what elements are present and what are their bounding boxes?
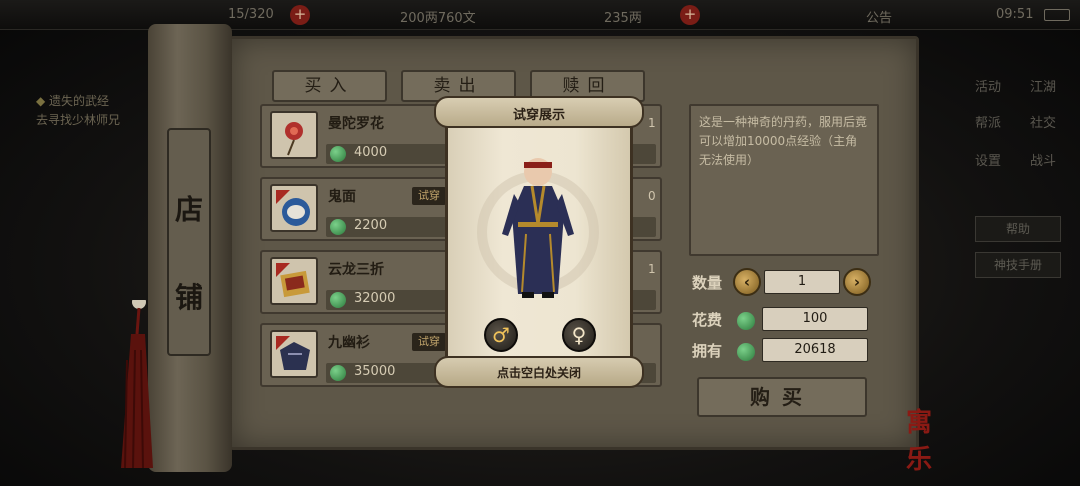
robe-icon bbox=[270, 330, 318, 378]
female-icon[interactable]: ♀ bbox=[562, 318, 596, 352]
popup-header: 试穿展示 bbox=[434, 96, 644, 128]
help-button[interactable]: 帮助 bbox=[975, 216, 1061, 242]
menu-settings[interactable]: 设置 bbox=[975, 150, 1001, 169]
menu-activity[interactable]: 活动 bbox=[975, 76, 1001, 95]
owned-label: 拥有 bbox=[692, 342, 723, 360]
cost-label: 花费 bbox=[692, 311, 723, 329]
item-name: 曼陀罗花 bbox=[328, 116, 384, 132]
notice-button[interactable]: 公告 bbox=[866, 7, 892, 26]
money-display: 200两760文 bbox=[400, 11, 476, 26]
male-icon[interactable]: ♂ bbox=[484, 318, 518, 352]
add-bag-button[interactable]: + bbox=[290, 5, 310, 25]
increase-quantity-button[interactable]: › bbox=[843, 268, 871, 296]
menu-jianghu[interactable]: 江湖 bbox=[1030, 76, 1056, 95]
quest-title: 遗失的武经 bbox=[49, 94, 110, 108]
mask-icon bbox=[270, 184, 318, 232]
close-hint: 点击空白处关闭 bbox=[496, 366, 581, 380]
jade-coin-icon bbox=[330, 146, 346, 162]
tab-buy[interactable]: 买入 bbox=[272, 70, 387, 102]
quantity-input[interactable]: 1 bbox=[764, 270, 840, 294]
jade-coin-icon bbox=[330, 365, 346, 381]
menu-battle[interactable]: 战斗 bbox=[1030, 150, 1056, 169]
item-name: 九幽衫 bbox=[328, 335, 370, 351]
menu-guild[interactable]: 帮派 bbox=[975, 112, 1001, 131]
item-price: 32000 bbox=[354, 291, 396, 306]
item-description: 这是一种神奇的丹药，服用后竟可以增加10000点经验（主角无法使用） bbox=[689, 104, 879, 256]
bag-count: 15/320 bbox=[228, 7, 274, 22]
popup-title: 试穿展示 bbox=[512, 108, 565, 123]
jade-coin-icon bbox=[737, 343, 755, 361]
owned-value: 20618 bbox=[762, 338, 868, 362]
add-gold-button[interactable]: + bbox=[680, 5, 700, 25]
buy-button[interactable]: 购买 bbox=[697, 377, 867, 417]
item-stock: 1 bbox=[648, 262, 656, 276]
item-name: 鬼面 bbox=[328, 189, 356, 205]
quest-desc: 去寻找少林师兄 bbox=[36, 113, 121, 127]
clock: 09:51 bbox=[996, 7, 1034, 22]
item-stock: 0 bbox=[648, 189, 656, 203]
quest-tracker[interactable]: ◆ 遗失的武经 去寻找少林师兄 bbox=[36, 92, 120, 130]
item-name: 云龙三折 bbox=[328, 262, 384, 278]
quantity-label: 数量 bbox=[692, 274, 723, 292]
side-tab-char-2: 铺 bbox=[174, 281, 203, 314]
jade-coin-icon bbox=[330, 219, 346, 235]
battery-icon bbox=[1044, 9, 1070, 21]
popup-footer[interactable]: 点击空白处关闭 bbox=[434, 356, 644, 388]
try-on-button[interactable]: 试穿 bbox=[412, 333, 446, 351]
menu-social[interactable]: 社交 bbox=[1030, 112, 1056, 131]
cost-value: 100 bbox=[762, 307, 868, 331]
side-tab-char-1: 店 bbox=[174, 193, 203, 226]
try-on-button[interactable]: 试穿 bbox=[412, 187, 446, 205]
red-flower-icon bbox=[270, 111, 318, 159]
seal-stamp: 寓乐 bbox=[906, 408, 933, 475]
jade-coin-icon bbox=[330, 292, 346, 308]
shop-side-tab[interactable]: 店 铺 bbox=[167, 128, 211, 356]
manual-icon bbox=[270, 257, 318, 305]
decrease-quantity-button[interactable]: ‹ bbox=[733, 268, 761, 296]
item-price: 4000 bbox=[354, 145, 388, 160]
gold-display: 235两 bbox=[604, 11, 642, 26]
tassel-ornament bbox=[121, 300, 153, 469]
item-price: 35000 bbox=[354, 364, 396, 379]
item-stock: 1 bbox=[648, 116, 656, 130]
character-preview bbox=[477, 158, 599, 298]
skill-manual-button[interactable]: 神技手册 bbox=[975, 252, 1061, 278]
item-price: 2200 bbox=[354, 218, 388, 233]
diamond-icon: ◆ bbox=[36, 94, 50, 108]
jade-coin-icon bbox=[737, 312, 755, 330]
try-on-popup bbox=[445, 124, 633, 360]
